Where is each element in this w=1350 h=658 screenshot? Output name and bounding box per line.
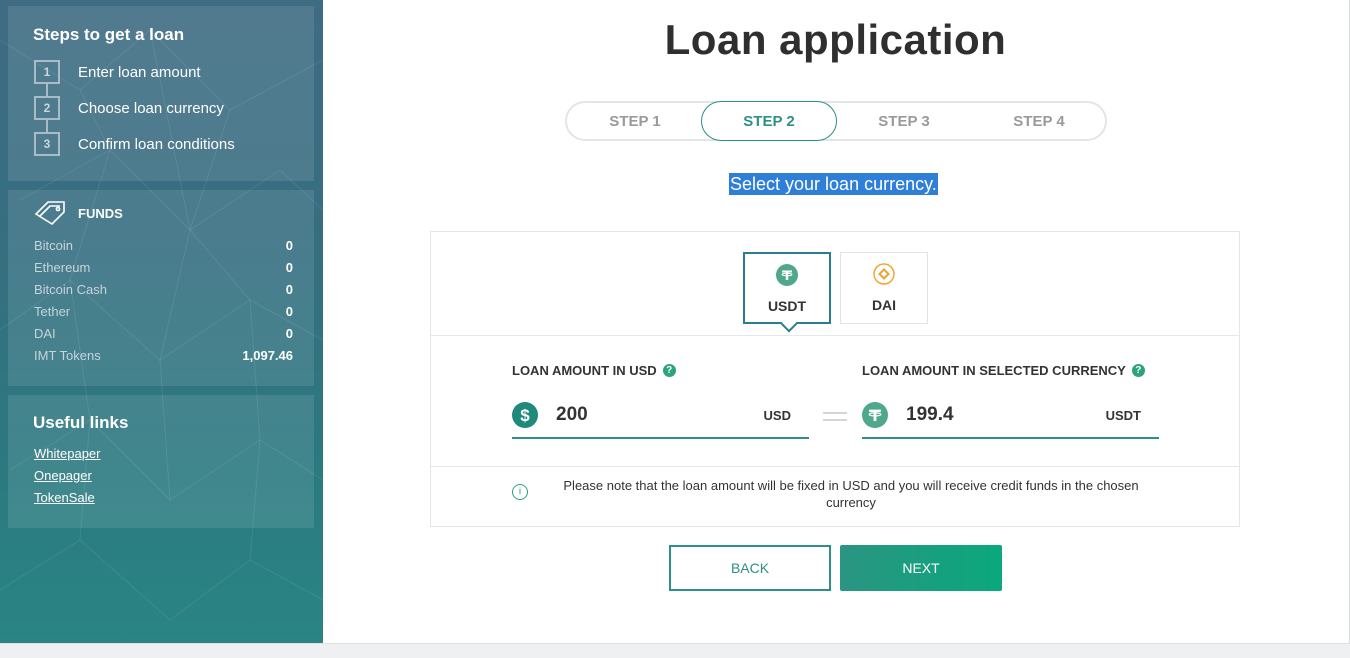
funds-title: FUNDS xyxy=(78,205,123,221)
step-label: Choose loan currency xyxy=(78,99,224,117)
fund-row-bitcoin-cash: Bitcoin Cash 0 xyxy=(34,282,293,297)
step-item-2: 2 Choose loan currency xyxy=(34,96,224,120)
steps-title: Steps to get a loan xyxy=(33,25,185,44)
tab-step-4[interactable]: STEP 4 xyxy=(971,101,1107,141)
wallet-tag-icon xyxy=(34,201,65,226)
equals-icon xyxy=(823,412,847,426)
divider xyxy=(431,335,1239,336)
dai-icon xyxy=(873,263,895,285)
step-tabs: STEP 1 STEP 2 STEP 3 STEP 4 xyxy=(565,101,1107,141)
currency-code: USDT xyxy=(767,298,807,314)
help-icon[interactable]: ? xyxy=(662,364,676,377)
links-panel: Useful links Whitepaper Onepager TokenSa… xyxy=(8,395,314,528)
tab-step-2[interactable]: STEP 2 xyxy=(701,101,837,141)
fund-row-tether: Tether 0 xyxy=(34,304,293,319)
steps-panel: Steps to get a loan 1 Enter loan amount … xyxy=(8,6,314,181)
loan-note: Please note that the loan amount will be… xyxy=(563,478,1139,510)
fund-name: DAI xyxy=(34,326,56,341)
step-number: 3 xyxy=(34,132,60,156)
tab-step-3[interactable]: STEP 3 xyxy=(836,101,972,141)
sidebar: Steps to get a loan 1 Enter loan amount … xyxy=(0,0,323,643)
fund-row-ethereum: Ethereum 0 xyxy=(34,260,293,275)
tether-icon xyxy=(862,402,888,428)
fund-row-dai: DAI 0 xyxy=(34,326,293,341)
selected-arrow xyxy=(780,315,798,333)
fund-name: Bitcoin Cash xyxy=(34,282,107,297)
fund-name: Ethereum xyxy=(34,260,91,275)
fund-name: Tether xyxy=(34,304,71,319)
fund-value: 1,097.46 xyxy=(242,348,293,363)
step-label: Confirm loan conditions xyxy=(78,135,235,153)
fund-value: 0 xyxy=(285,282,293,297)
links-title: Useful links xyxy=(33,413,129,432)
step-connector xyxy=(46,84,48,96)
usd-amount-value: 200 xyxy=(556,404,588,425)
back-button[interactable]: BACK xyxy=(669,545,831,591)
fund-row-imt-tokens: IMT Tokens 1,097.46 xyxy=(34,348,293,363)
fund-value: 0 xyxy=(285,260,293,275)
funds-panel: FUNDS Bitcoin 0 Ethereum 0 Bitcoin Cash … xyxy=(8,190,314,386)
help-icon[interactable]: ? xyxy=(1131,364,1145,377)
fund-row-bitcoin: Bitcoin 0 xyxy=(34,238,293,253)
fund-value: 0 xyxy=(285,304,293,319)
info-icon: i xyxy=(512,484,528,500)
currency-amount-value: 199.4 xyxy=(906,404,954,425)
svg-text:$: $ xyxy=(520,406,530,425)
currency-option-dai[interactable]: DAI xyxy=(840,252,928,324)
step-number: 2 xyxy=(34,96,60,120)
usd-amount-label-text: LOAN AMOUNT IN USD xyxy=(512,363,657,378)
currency-unit: USDT xyxy=(1105,408,1141,423)
fund-value: 0 xyxy=(285,238,293,253)
step-connector xyxy=(46,120,48,132)
main-content: Loan application STEP 1 STEP 2 STEP 3 ST… xyxy=(323,0,1350,643)
loan-currency-card: USDT DAI LOAN AMOUNT IN USD ? $ 200 USD xyxy=(430,231,1240,527)
usd-amount-label: LOAN AMOUNT IN USD ? xyxy=(512,363,676,378)
link-onepager[interactable]: Onepager xyxy=(34,468,92,483)
step-label: Enter loan amount xyxy=(78,63,201,81)
fund-value: 0 xyxy=(285,326,293,341)
step-number: 1 xyxy=(34,60,60,84)
link-whitepaper[interactable]: Whitepaper xyxy=(34,446,100,461)
funds-header: FUNDS xyxy=(34,200,123,226)
currency-amount-label: LOAN AMOUNT IN SELECTED CURRENCY ? xyxy=(862,363,1145,378)
currency-amount-label-text: LOAN AMOUNT IN SELECTED CURRENCY xyxy=(862,363,1126,378)
step-item-1: 1 Enter loan amount xyxy=(34,60,201,84)
usd-unit: USD xyxy=(763,408,791,423)
page-footer xyxy=(0,643,1350,658)
currency-option-usdt[interactable]: USDT xyxy=(743,252,831,333)
next-button[interactable]: NEXT xyxy=(840,545,1002,591)
link-tokensale[interactable]: TokenSale xyxy=(34,490,95,505)
currency-code: DAI xyxy=(871,297,897,313)
usd-amount-input[interactable]: $ 200 USD xyxy=(512,398,809,439)
fund-name: IMT Tokens xyxy=(34,348,101,363)
page-title: Loan application xyxy=(664,16,1007,63)
step-item-3: 3 Confirm loan conditions xyxy=(34,132,235,156)
tab-step-1[interactable]: STEP 1 xyxy=(567,101,703,141)
section-subtitle: Select your loan currency. xyxy=(729,173,938,195)
fund-name: Bitcoin xyxy=(34,238,74,253)
tether-icon xyxy=(776,264,798,286)
currency-amount-input[interactable]: 199.4 USDT xyxy=(862,398,1159,439)
dollar-icon: $ xyxy=(512,402,538,428)
divider xyxy=(431,466,1239,467)
